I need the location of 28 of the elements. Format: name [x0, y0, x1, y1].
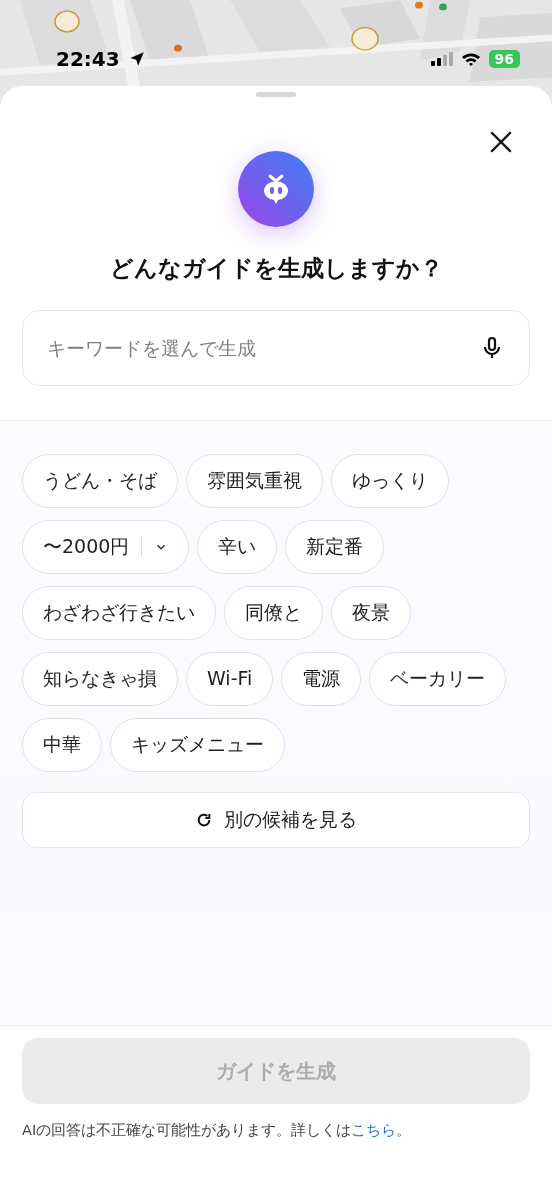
details-link[interactable]: こちら — [351, 1122, 397, 1139]
sheet-title: どんなガイドを生成しますか？ — [108, 254, 444, 283]
keyword-chip[interactable]: 中華 — [22, 717, 102, 772]
close-icon[interactable] — [488, 129, 514, 155]
keyword-chip[interactable]: うどん・そば — [22, 453, 178, 508]
keyword-chip[interactable]: ベーカリー — [369, 651, 507, 706]
refresh-icon — [195, 811, 212, 828]
keyword-chip[interactable]: 同僚と — [224, 585, 323, 640]
status-time: 22:43 — [56, 49, 120, 69]
wifi-icon — [460, 52, 481, 66]
signal-icon — [430, 52, 453, 66]
keyword-chip[interactable]: キッズメニュー — [110, 717, 285, 772]
keyword-chip[interactable]: Wi-Fi — [186, 651, 274, 706]
drag-handle[interactable] — [256, 92, 296, 97]
keyword-chip[interactable]: 電源 — [281, 651, 362, 706]
price-dropdown[interactable]: 〜2000円 — [22, 519, 190, 574]
keyword-chip[interactable]: 辛い — [197, 519, 278, 574]
keyword-input[interactable]: キーワードを選んで生成 — [22, 309, 530, 386]
keyword-chip[interactable]: わざわざ行きたい — [22, 585, 216, 640]
ai-disclaimer: AIの回答は不正確な可能性があります。詳しくは こちら。 — [22, 1121, 413, 1141]
dropdown-value: 〜2000円 — [43, 534, 130, 560]
refresh-suggestions-button[interactable]: 別の候補を見る — [22, 791, 530, 848]
keyword-chip[interactable]: ゆっくり — [331, 453, 449, 508]
keyword-chip[interactable]: 雰囲気重視 — [186, 453, 323, 508]
keyword-chip[interactable]: 新定番 — [285, 519, 385, 574]
keyword-chip[interactable]: 知らなきゃ損 — [22, 651, 178, 706]
keyword-chip[interactable]: 夜景 — [331, 585, 411, 640]
battery-indicator: 96 — [488, 50, 520, 68]
